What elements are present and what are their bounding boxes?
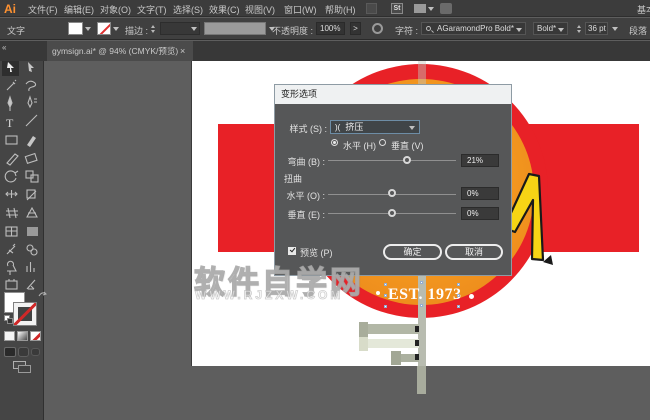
- svg-text:T: T: [6, 116, 14, 130]
